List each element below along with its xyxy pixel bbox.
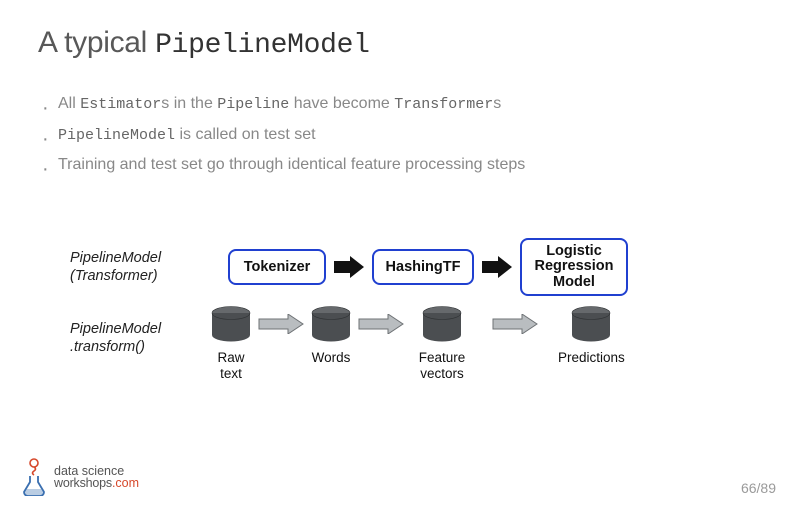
title-code: PipelineModel bbox=[155, 30, 370, 61]
bullet-item: PipelineModel is called on test set bbox=[38, 120, 762, 151]
page-number: 66/89 bbox=[741, 480, 776, 496]
slide-title: A typical PipelineModel bbox=[38, 26, 762, 61]
cylinder-icon bbox=[210, 306, 252, 344]
bullet-item: All Estimators in the Pipeline have beco… bbox=[38, 89, 762, 120]
data-col-words: Words bbox=[310, 306, 352, 366]
data-label: Raw text bbox=[217, 350, 244, 381]
bullet-item: Training and test set go through identic… bbox=[38, 150, 762, 180]
box-logistic-regression: Logistic Regression Model bbox=[520, 238, 628, 296]
data-col-rawtext: Raw text bbox=[210, 306, 252, 381]
cylinder-icon bbox=[421, 306, 463, 344]
data-col-predictions: Predictions bbox=[558, 306, 625, 366]
arrow-icon bbox=[334, 256, 364, 278]
bullet-list: All Estimators in the Pipeline have beco… bbox=[38, 89, 762, 180]
diagram-row-transformer: PipelineModel (Transformer) Tokenizer Ha… bbox=[70, 232, 750, 302]
row-label-transform: PipelineModel .transform() bbox=[70, 306, 200, 356]
data-label: Feature vectors bbox=[419, 350, 466, 381]
arrow-icon bbox=[358, 306, 404, 334]
flask-icon bbox=[20, 458, 48, 496]
diagram-row-transform: PipelineModel .transform() Raw text bbox=[70, 306, 750, 406]
data-label: Words bbox=[312, 350, 351, 366]
footer: data science workshops.com 66/89 bbox=[20, 458, 776, 496]
pipeline-diagram: PipelineModel (Transformer) Tokenizer Ha… bbox=[70, 232, 750, 406]
data-col-feature-vectors: Feature vectors bbox=[410, 306, 474, 381]
cylinder-icon bbox=[310, 306, 352, 344]
arrow-icon bbox=[492, 306, 538, 334]
box-tokenizer: Tokenizer bbox=[228, 249, 326, 285]
title-text: A typical bbox=[38, 26, 155, 59]
arrow-icon bbox=[482, 256, 512, 278]
arrow-icon bbox=[258, 306, 304, 334]
cylinder-icon bbox=[570, 306, 612, 344]
brand-logo: data science workshops.com bbox=[20, 458, 139, 496]
row-label-transformer: PipelineModel (Transformer) bbox=[70, 249, 200, 285]
brand-text: data science workshops.com bbox=[54, 465, 139, 490]
data-label: Predictions bbox=[558, 350, 625, 366]
box-hashingtf: HashingTF bbox=[372, 249, 474, 285]
slide: A typical PipelineModel All Estimators i… bbox=[0, 0, 800, 508]
